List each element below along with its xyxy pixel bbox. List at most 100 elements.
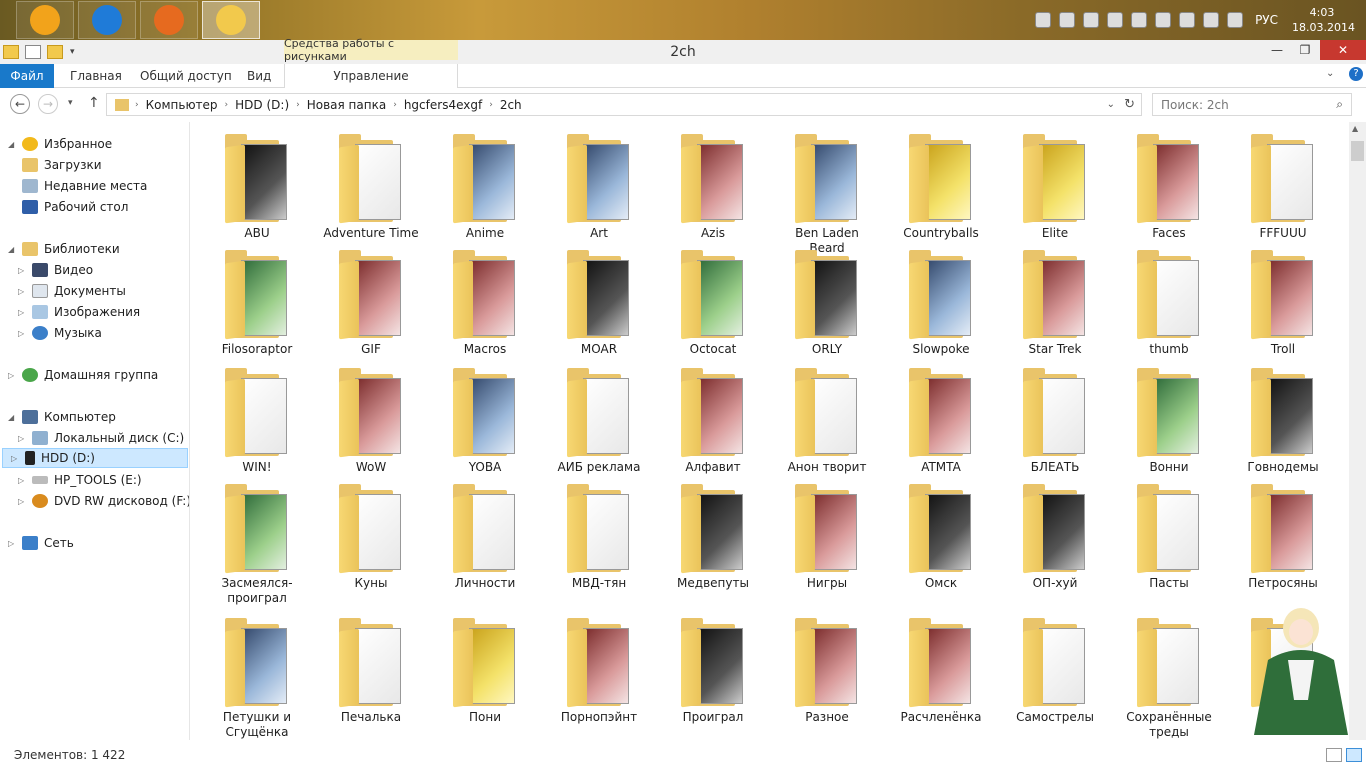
folder-item[interactable]: Порнопэйнт bbox=[549, 612, 649, 725]
folder-item[interactable]: Петушки и Сгущёнка bbox=[207, 612, 307, 740]
address-bar[interactable]: › Компьютер › HDD (D:) › Новая папка › h… bbox=[106, 93, 1142, 116]
expand-ribbon-icon[interactable]: ⌄ bbox=[1326, 68, 1334, 79]
folder-item[interactable]: WIN! bbox=[207, 362, 307, 475]
scrollbar-thumb[interactable] bbox=[1351, 141, 1364, 161]
folder-item[interactable]: Ben Laden Beard bbox=[777, 128, 877, 256]
folder-item[interactable]: Личности bbox=[435, 478, 535, 591]
breadcrumb-hgcfers4exgf[interactable]: hgcfers4exgf bbox=[404, 98, 482, 112]
nav-drive-c[interactable]: ▷ Локальный диск (C:) bbox=[10, 428, 184, 448]
nav-computer[interactable]: ◢ Компьютер bbox=[0, 407, 116, 427]
nav-drive-f[interactable]: ▷DVD RW дисковод (F:) ser bbox=[10, 491, 189, 511]
nav-drive-d[interactable]: ▷ HDD (D:) bbox=[2, 448, 188, 468]
tool-icon[interactable] bbox=[1107, 12, 1124, 28]
folder-item[interactable]: Куны bbox=[321, 478, 421, 591]
minimize-button[interactable]: — bbox=[1262, 40, 1292, 60]
folder-item[interactable]: ATMTA bbox=[891, 362, 991, 475]
clock[interactable]: 4:03 18.03.2014 bbox=[1292, 5, 1355, 35]
help-icon[interactable]: ? bbox=[1349, 67, 1363, 81]
folder-item[interactable]: Troll bbox=[1233, 244, 1333, 357]
folder-item[interactable]: Анон творит bbox=[777, 362, 877, 475]
nav-network[interactable]: ▷ Сеть bbox=[0, 533, 74, 553]
folder-item[interactable]: Anime bbox=[435, 128, 535, 241]
opera-icon[interactable] bbox=[1083, 12, 1100, 28]
maximize-button[interactable]: ❐ bbox=[1290, 40, 1320, 60]
folder-item[interactable]: Adventure Time bbox=[321, 128, 421, 241]
scroll-up-icon[interactable]: ▲ bbox=[1352, 124, 1358, 133]
folder-item[interactable]: Разное bbox=[777, 612, 877, 725]
nav-homegroup[interactable]: ▷ Домашняя группа bbox=[0, 365, 158, 385]
folder-item[interactable]: ОП-хуй bbox=[1005, 478, 1105, 591]
taskbar-explorer-button[interactable] bbox=[202, 1, 260, 39]
nav-videos[interactable]: ▷ Видео bbox=[10, 260, 93, 280]
folder-item[interactable]: Расчленёнка bbox=[891, 612, 991, 725]
folder-item[interactable]: Проиграл bbox=[663, 612, 763, 725]
antivirus-icon[interactable] bbox=[1131, 12, 1148, 28]
network-icon[interactable] bbox=[1203, 12, 1220, 28]
new-folder-icon[interactable] bbox=[47, 45, 63, 59]
back-button[interactable]: ← bbox=[10, 94, 30, 114]
folder-item[interactable]: Засмеялся-проиграл bbox=[207, 478, 307, 606]
folder-item[interactable]: Countryballs bbox=[891, 128, 991, 241]
folder-item[interactable]: МВД-тян bbox=[549, 478, 649, 591]
folder-item[interactable]: Самострелы bbox=[1005, 612, 1105, 725]
up-button[interactable]: ↑ bbox=[88, 95, 100, 111]
nav-desktop[interactable]: Рабочий стол bbox=[18, 197, 128, 217]
folder-item[interactable]: Говнодемы bbox=[1233, 362, 1333, 475]
taskbar-firefox-button[interactable] bbox=[140, 1, 198, 39]
folder-item[interactable]: MOAR bbox=[549, 244, 649, 357]
close-button[interactable]: ✕ bbox=[1320, 40, 1366, 60]
nav-downloads[interactable]: Загрузки bbox=[18, 155, 102, 175]
customize-qat-icon[interactable]: ▾ bbox=[70, 47, 75, 57]
folder-item[interactable]: ABU bbox=[207, 128, 307, 241]
folder-item[interactable]: Faces bbox=[1119, 128, 1219, 241]
keyboard-icon[interactable] bbox=[1035, 12, 1052, 28]
folder-item[interactable]: Art bbox=[549, 128, 649, 241]
address-dropdown-icon[interactable]: ⌄ bbox=[1107, 99, 1115, 110]
folder-item[interactable]: Star Trek bbox=[1005, 244, 1105, 357]
folder-icon[interactable] bbox=[3, 45, 19, 59]
recent-locations-icon[interactable]: ▾ bbox=[68, 98, 73, 108]
folder-item[interactable]: Octocat bbox=[663, 244, 763, 357]
avatar-icon[interactable] bbox=[1059, 12, 1076, 28]
folder-item[interactable]: Azis bbox=[663, 128, 763, 241]
breadcrumb-2ch[interactable]: 2ch bbox=[500, 98, 522, 112]
folder-item[interactable]: Elite bbox=[1005, 128, 1105, 241]
folder-item[interactable]: YOBA bbox=[435, 362, 535, 475]
properties-icon[interactable] bbox=[25, 45, 41, 59]
folder-item[interactable]: Печалька bbox=[321, 612, 421, 725]
folder-item[interactable]: Пони bbox=[435, 612, 535, 725]
volume-icon[interactable] bbox=[1227, 12, 1244, 28]
folder-item[interactable]: Filosoraptor bbox=[207, 244, 307, 357]
flag-icon[interactable] bbox=[1155, 12, 1172, 28]
search-icon[interactable]: ⌕ bbox=[1336, 97, 1343, 112]
tab-file[interactable]: Файл bbox=[0, 64, 54, 88]
details-view-button[interactable] bbox=[1326, 748, 1342, 762]
taskbar-aimp-button[interactable] bbox=[16, 1, 74, 39]
nav-favorites[interactable]: ◢ Избранное bbox=[0, 134, 112, 154]
folder-item[interactable]: Петросяны bbox=[1233, 478, 1333, 591]
nav-libraries[interactable]: ◢ Библиотеки bbox=[0, 239, 120, 259]
folder-item[interactable]: GIF bbox=[321, 244, 421, 357]
nav-documents[interactable]: ▷ Документы bbox=[10, 281, 126, 301]
folder-item[interactable]: Омск bbox=[891, 478, 991, 591]
folder-item[interactable]: Macros bbox=[435, 244, 535, 357]
folder-item[interactable]: Slowpoke bbox=[891, 244, 991, 357]
folder-item[interactable]: БЛЕАТЬ bbox=[1005, 362, 1105, 475]
folder-item[interactable]: thumb bbox=[1119, 244, 1219, 357]
tab-home[interactable]: Главная bbox=[58, 64, 134, 88]
breadcrumb-hdd[interactable]: HDD (D:) bbox=[235, 98, 289, 112]
language-indicator[interactable]: РУС bbox=[1255, 13, 1278, 27]
breadcrumb-computer[interactable]: Компьютер bbox=[146, 98, 218, 112]
folder-item[interactable]: АИБ реклама bbox=[549, 362, 649, 475]
nav-drive-e[interactable]: ▷ HP_TOOLS (E:) bbox=[10, 470, 142, 490]
folder-item[interactable]: Медвепуты bbox=[663, 478, 763, 591]
folder-item[interactable]: Нигры bbox=[777, 478, 877, 591]
nav-pictures[interactable]: ▷ Изображения bbox=[10, 302, 140, 322]
forward-button[interactable]: → bbox=[38, 94, 58, 114]
refresh-icon[interactable]: ↻ bbox=[1124, 97, 1135, 112]
folder-item[interactable]: FFFUUU bbox=[1233, 128, 1333, 241]
search-input[interactable]: Поиск: 2ch ⌕ bbox=[1152, 93, 1352, 116]
large-icons-view-button[interactable] bbox=[1346, 748, 1362, 762]
taskbar-teamviewer-button[interactable] bbox=[78, 1, 136, 39]
folder-item[interactable]: Алфавит bbox=[663, 362, 763, 475]
